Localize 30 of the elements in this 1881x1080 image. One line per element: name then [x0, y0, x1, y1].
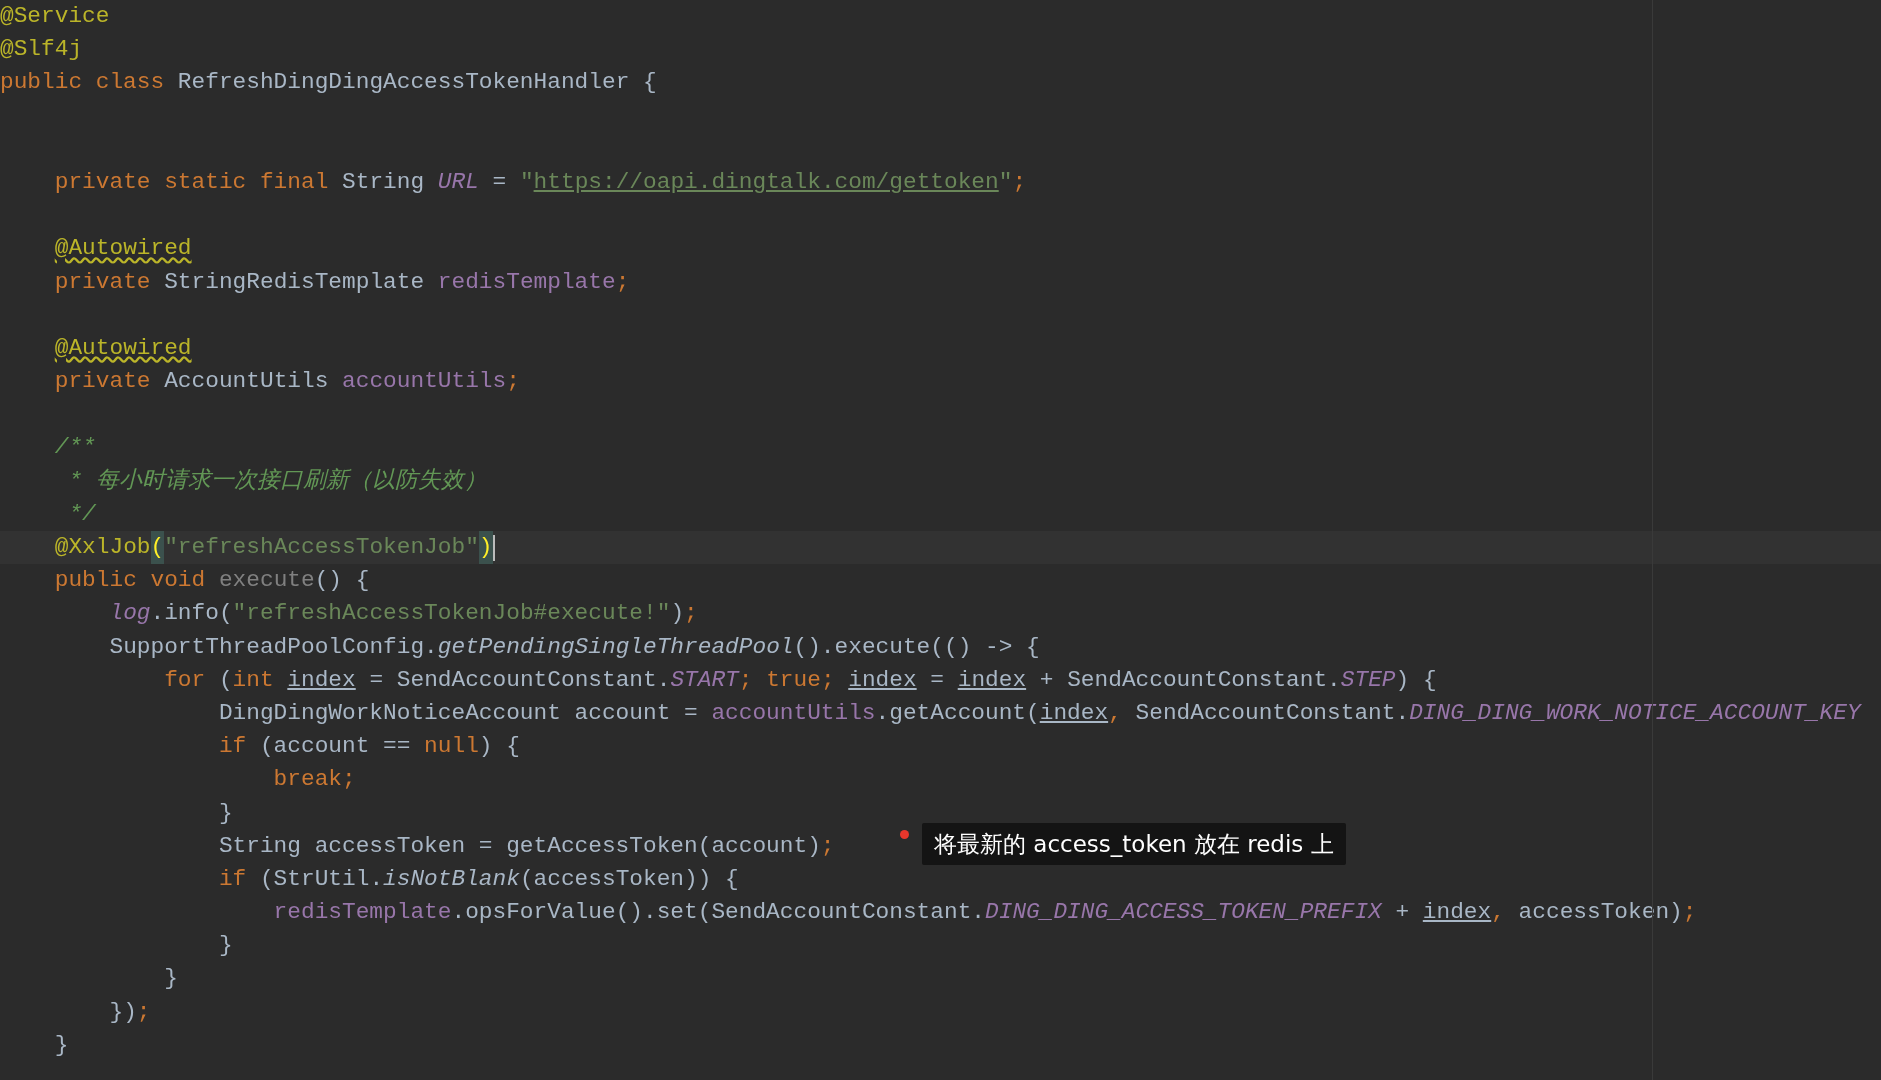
code-line: @Service	[0, 2, 110, 31]
tooltip: 将最新的 access_token 放在 redis 上	[922, 823, 1346, 865]
code-line: if (StrUtil.isNotBlank(accessToken)) {	[217, 864, 739, 894]
code-line: @Autowired	[53, 333, 192, 363]
code-line: log.info("refreshAccessTokenJob#execute!");	[108, 599, 698, 629]
code-line: private static final String URL = "https://oapi.dingtalk.com/gettoken";	[53, 167, 1027, 197]
code-line: redisTemplate.opsForValue().set(SendAccountConstant.DING_DING_ACCESS_TOKEN_PREFIX + index, accessToken);	[272, 898, 1697, 928]
text-cursor	[492, 534, 495, 561]
marker-dot	[900, 830, 909, 839]
code-line: private StringRedisTemplate redisTemplate;	[53, 267, 630, 297]
code-line: }	[163, 964, 178, 994]
code-line: }	[53, 1030, 69, 1060]
code-line: /**	[53, 433, 96, 463]
code-line: */	[67, 499, 96, 529]
code-line: public void execute() {	[53, 566, 370, 596]
code-line: * 每小时请求一次接口刷新（以防失效）	[67, 466, 487, 496]
code-line: }	[217, 798, 233, 828]
code-line: if (account == null) {	[217, 732, 520, 762]
code-line: @Slf4j	[0, 35, 83, 65]
code-line: }	[217, 931, 233, 961]
code-line: SupportThreadPoolConfig.getPendingSingleThreadPool().execute(() -> {	[108, 632, 1040, 662]
code-line: @XxlJob("refreshAccessTokenJob")	[0, 531, 495, 565]
code-line: String accessToken = getAccessToken(account);	[217, 831, 835, 861]
code-line: private AccountUtils accountUtils;	[53, 367, 520, 397]
code-line: public class RefreshDingDingAccessTokenHandler {	[0, 68, 657, 98]
code-line: DingDingWorkNoticeAccount account = accountUtils.getAccount(index, SendAccountConstant.DING_DING_WORK_NOTICE_ACCOUNT_KEY	[217, 698, 1861, 728]
code-line: @Autowired	[53, 234, 192, 264]
code-line: for (int index = SendAccountConstant.START; true; index = index + SendAccountConstant.STEP) {	[163, 665, 1437, 695]
code-line: break;	[272, 765, 356, 795]
code-line: });	[108, 997, 151, 1027]
